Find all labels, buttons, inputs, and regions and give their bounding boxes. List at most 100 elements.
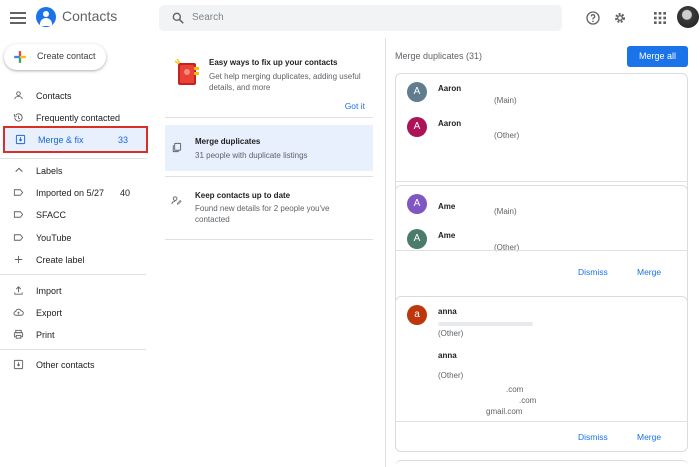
dismiss-button[interactable]: Dismiss: [578, 432, 608, 442]
merge-duplicates-header: Merge duplicates (31): [395, 51, 483, 61]
tips-card: Easy ways to fix up your contacts Get he…: [165, 54, 373, 136]
tips-title: Easy ways to fix up your contacts: [209, 58, 338, 67]
sidebar-item-label: Merge & fix: [38, 135, 84, 145]
search-placeholder: Search: [192, 12, 224, 23]
label-item-youtube[interactable]: YouTube: [0, 228, 150, 248]
duplicate-contact[interactable]: A Aaron (Other): [396, 117, 689, 140]
divider: [165, 239, 373, 240]
contact-avatar: a: [407, 305, 427, 325]
account-avatar[interactable]: [677, 6, 699, 28]
label-item-sfacc[interactable]: SFACC: [0, 205, 150, 225]
other-contacts-icon: [13, 359, 24, 370]
contact-name: Ame: [438, 231, 456, 240]
next-duplicate-card: [395, 460, 688, 467]
merge-fix-panel: Easy ways to fix up your contacts Get he…: [160, 38, 375, 467]
gear-icon[interactable]: [612, 10, 628, 26]
card-divider: [396, 250, 687, 251]
export-icon: [13, 308, 24, 316]
divider: [0, 274, 146, 275]
contact-avatar: A: [407, 229, 427, 249]
duplicate-contact[interactable]: A Ame (Other): [396, 229, 689, 252]
contact-email: gmail.com: [486, 407, 523, 416]
contact-avatar: A: [407, 82, 427, 102]
sidebar-item-import[interactable]: Import: [0, 281, 150, 301]
plus-icon: [14, 255, 23, 264]
sidebar-item-label: Contacts: [36, 91, 72, 101]
print-icon: [13, 329, 24, 339]
chevron-up-icon[interactable]: [14, 166, 24, 174]
sidebar-item-label: Other contacts: [36, 360, 95, 370]
sidebar-item-merge-fix[interactable]: Merge & fix 33: [3, 126, 148, 153]
sidebar-item-label: Import: [36, 286, 62, 296]
contacts-logo-icon[interactable]: [36, 7, 56, 27]
contact-label: (Other): [494, 131, 520, 140]
sidebar-item-contacts[interactable]: Contacts: [0, 86, 150, 106]
help-icon[interactable]: [585, 10, 601, 26]
card-divider: [396, 181, 687, 182]
search-input[interactable]: Search: [159, 5, 562, 31]
merge-fix-icon: [15, 134, 26, 145]
app-title[interactable]: Contacts: [62, 8, 117, 24]
label-icon: [13, 189, 24, 196]
label-icon: [13, 211, 24, 218]
label-item-label: SFACC: [36, 210, 67, 220]
create-contact-button[interactable]: Create contact: [4, 44, 106, 70]
duplicate-contact[interactable]: A Aaron (Main): [396, 82, 689, 105]
apps-grid-icon[interactable]: [652, 10, 668, 26]
history-icon: [13, 113, 23, 122]
sidebar-item-export[interactable]: Export: [0, 303, 150, 323]
card-divider: [396, 421, 687, 422]
duplicate-contact[interactable]: A Ame (Main): [396, 194, 689, 216]
contacts-book-illustration: [175, 59, 199, 85]
plus-icon: [14, 51, 26, 63]
sidebar-item-frequently-contacted[interactable]: Frequently contacted: [0, 108, 150, 128]
merge-button[interactable]: Merge: [637, 432, 661, 442]
option-description: Found new details for 2 people you've co…: [195, 204, 330, 224]
duplicate-contact[interactable]: a anna (Other): [396, 305, 689, 338]
contact-name: Aaron: [438, 119, 462, 128]
sidebar: Create contact Contacts Frequently conta…: [0, 38, 150, 467]
option-description: 31 people with duplicate listings: [195, 151, 308, 160]
contact-name: Aaron: [438, 84, 462, 93]
divider: [0, 349, 146, 350]
contact-avatar: A: [407, 117, 427, 137]
contact-label: (Main): [494, 96, 517, 105]
contact-name: anna: [438, 351, 457, 360]
merge-all-button[interactable]: Merge all: [627, 46, 688, 67]
duplicate-card: a anna (Other) anna (Other) .com .com gm…: [395, 296, 688, 452]
contact-name: Ame: [438, 202, 456, 211]
got-it-button[interactable]: Got it: [345, 101, 365, 111]
create-contact-label: Create contact: [37, 51, 96, 61]
search-icon[interactable]: [171, 11, 185, 25]
merge-duplicates-option[interactable]: Merge duplicates 31 people with duplicat…: [165, 125, 373, 171]
divider: [165, 176, 373, 177]
create-label-button[interactable]: Create label: [0, 250, 150, 270]
dismiss-button[interactable]: Dismiss: [578, 267, 608, 277]
merge-button[interactable]: Merge: [637, 267, 661, 277]
sidebar-item-other-contacts[interactable]: Other contacts: [0, 355, 150, 375]
label-item-imported[interactable]: Imported on 5/27 40: [0, 183, 150, 203]
menu-icon[interactable]: [10, 10, 26, 26]
copy-icon: [172, 142, 182, 153]
create-label-text: Create label: [36, 255, 85, 265]
merge-duplicates-panel: Merge duplicates (31) Merge all A Aaron …: [386, 38, 700, 467]
divider: [0, 158, 146, 159]
blurred-email: [438, 322, 533, 326]
tips-description: Get help merging duplicates, adding usef…: [209, 72, 361, 92]
label-item-label: Imported on 5/27: [36, 188, 105, 198]
sidebar-item-label: Export: [36, 308, 63, 318]
sidebar-item-print[interactable]: Print: [0, 325, 150, 345]
label-count: 40: [119, 188, 130, 198]
labels-heading[interactable]: Labels: [36, 166, 63, 176]
contact-email: .com: [506, 385, 524, 394]
keep-up-to-date-option[interactable]: Keep contacts up to date Found new detai…: [165, 183, 373, 235]
sidebar-item-label: Frequently contacted: [36, 113, 121, 123]
import-icon: [14, 286, 23, 295]
contact-name: anna: [438, 307, 457, 316]
contact-label: (Other): [438, 371, 464, 380]
contact-label: (Other): [438, 329, 464, 338]
merge-fix-count: 33: [117, 135, 128, 145]
contact-label: (Main): [494, 207, 517, 216]
duplicate-contact[interactable]: anna (Other): [396, 351, 689, 380]
option-title: Keep contacts up to date: [195, 191, 291, 200]
